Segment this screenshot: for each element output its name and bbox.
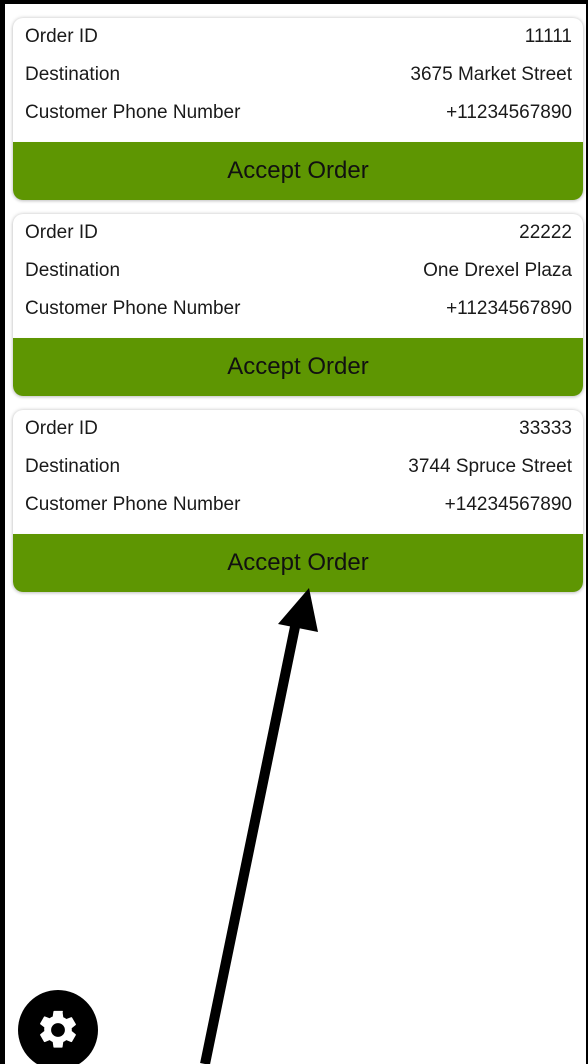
- order-card: Order ID 33333 Destination 3744 Spruce S…: [13, 410, 583, 592]
- phone-value: +11234567890: [446, 102, 572, 123]
- destination-value: 3675 Market Street: [410, 64, 572, 85]
- order-id-value: 11111: [524, 26, 572, 47]
- order-card: Order ID 22222 Destination One Drexel Pl…: [13, 214, 583, 396]
- order-id-label: Order ID: [25, 26, 98, 47]
- destination-label: Destination: [25, 260, 121, 281]
- phone-label: Customer Phone Number: [25, 298, 241, 319]
- destination-label: Destination: [25, 456, 121, 477]
- phone-label: Customer Phone Number: [25, 494, 241, 515]
- phone-value: +11234567890: [446, 298, 572, 319]
- accept-order-button[interactable]: Accept Order: [13, 534, 583, 592]
- order-id-row: Order ID 33333: [13, 410, 583, 448]
- phone-row: Customer Phone Number +11234567890: [13, 290, 583, 328]
- phone-label: Customer Phone Number: [25, 102, 241, 123]
- phone-row: Customer Phone Number +14234567890: [13, 486, 583, 524]
- destination-row: Destination One Drexel Plaza: [13, 252, 583, 290]
- destination-value: 3744 Spruce Street: [408, 456, 572, 477]
- order-id-row: Order ID 22222: [13, 214, 583, 252]
- destination-row: Destination 3675 Market Street: [13, 56, 583, 94]
- order-id-label: Order ID: [25, 418, 98, 439]
- destination-label: Destination: [25, 64, 121, 85]
- phone-value: +14234567890: [444, 494, 572, 515]
- order-id-label: Order ID: [25, 222, 98, 243]
- accept-order-button[interactable]: Accept Order: [13, 142, 583, 200]
- gear-icon: [40, 1010, 76, 1048]
- order-card: Order ID 11111 Destination 3675 Market S…: [13, 18, 583, 200]
- order-id-row: Order ID 11111: [13, 18, 583, 56]
- order-list: Order ID 11111 Destination 3675 Market S…: [13, 18, 583, 606]
- settings-button[interactable]: [18, 990, 98, 1064]
- order-id-value: 22222: [519, 222, 572, 243]
- destination-value: One Drexel Plaza: [423, 260, 572, 281]
- accept-order-button[interactable]: Accept Order: [13, 338, 583, 396]
- order-id-value: 33333: [519, 418, 572, 439]
- phone-row: Customer Phone Number +11234567890: [13, 94, 583, 132]
- destination-row: Destination 3744 Spruce Street: [13, 448, 583, 486]
